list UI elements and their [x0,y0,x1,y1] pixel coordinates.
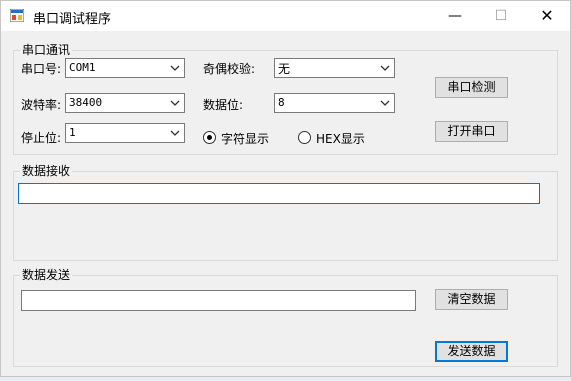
send-input[interactable] [21,290,416,311]
port-combobox[interactable]: COM1 [65,58,185,78]
open-port-button[interactable]: 打开串口 [435,121,508,142]
hex-display-label[interactable]: HEX显示 [316,130,365,147]
window-title: 串口调试程序 [33,12,112,27]
receive-textbox[interactable] [18,183,540,204]
port-label: 串口号: [21,62,62,76]
stop-bits-label: 停止位: [21,131,62,145]
desktop-background-strip [0,377,571,381]
parity-label: 奇偶校验: [203,62,256,76]
minimize-button[interactable]: — [432,1,478,31]
radio-selected-dot [207,135,212,140]
hex-display-radio[interactable] [298,131,311,144]
chevron-down-icon [170,100,180,106]
serial-settings-group-label: 串口通讯 [20,41,73,58]
send-data-button[interactable]: 发送数据 [435,341,508,362]
data-bits-combobox[interactable]: 8 [274,93,395,113]
receive-group-label: 数据接收 [20,162,73,179]
baud-label: 波特率: [21,98,62,112]
data-bits-label: 数据位: [203,98,244,112]
data-bits-value: 8 [278,96,285,109]
port-value: COM1 [69,61,96,74]
chevron-down-icon [170,65,180,71]
maximize-button[interactable]: ☐ [478,1,524,31]
stop-bits-value: 1 [69,126,76,139]
main-window: 串口调试程序 — ☐ ✕ 串口通讯 串口号: COM1 波特率: 38400 停… [0,0,571,377]
chevron-down-icon [380,65,390,71]
baud-value: 38400 [69,96,103,109]
clear-data-button[interactable]: 清空数据 [435,289,508,310]
chevron-down-icon [380,100,390,106]
detect-port-button[interactable]: 串口检测 [435,77,508,98]
chevron-down-icon [170,130,180,136]
close-button[interactable]: ✕ [524,1,570,31]
baud-combobox[interactable]: 38400 [65,93,185,113]
parity-combobox[interactable]: 无 [274,58,395,78]
parity-value: 无 [278,62,291,76]
send-group-label: 数据发送 [20,266,73,283]
stop-bits-combobox[interactable]: 1 [65,123,185,143]
char-display-radio[interactable] [203,131,216,144]
app-icon [10,9,24,22]
title-bar[interactable]: 串口调试程序 — ☐ ✕ [1,1,570,31]
char-display-label[interactable]: 字符显示 [221,130,269,147]
